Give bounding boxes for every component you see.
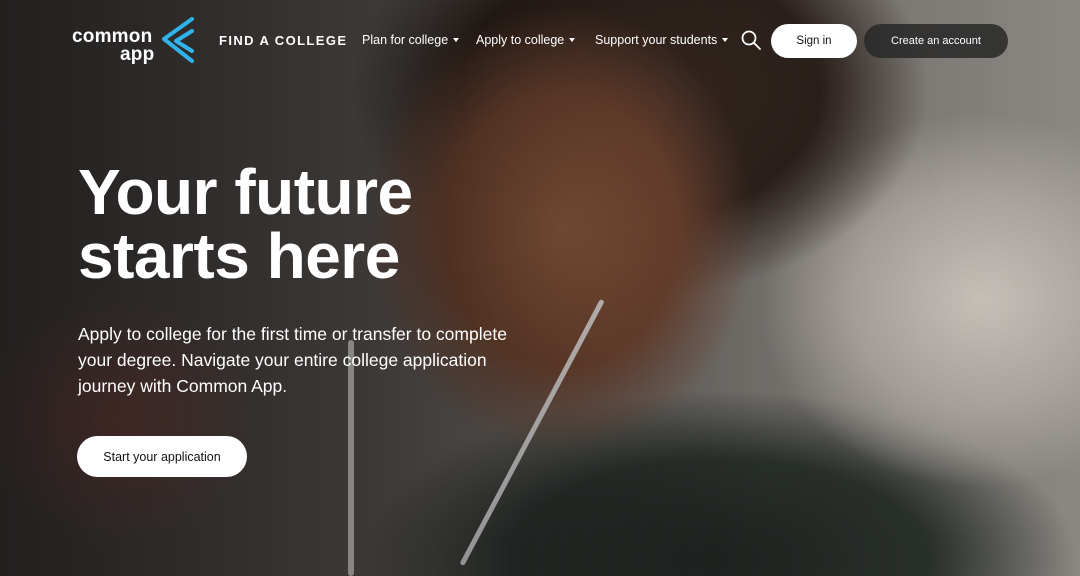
start-application-button[interactable]: Start your application <box>77 436 247 477</box>
caret-down-icon <box>569 38 576 42</box>
nav-label: Apply to college <box>476 33 565 47</box>
create-account-button[interactable]: Create an account <box>864 24 1008 58</box>
nav-label: Plan for college <box>362 33 449 47</box>
search-button[interactable] <box>740 29 762 51</box>
logo-mark-icon <box>162 17 194 63</box>
hero-banner: common app FIND A COLLEGE Plan for colle… <box>0 0 1080 576</box>
headline-line: starts here <box>78 220 400 292</box>
caret-down-icon <box>722 38 729 42</box>
nav-apply-to-college[interactable]: Apply to college <box>476 33 576 47</box>
headline-line: Your future <box>78 156 413 228</box>
caret-down-icon <box>453 38 460 42</box>
hero-headline: Your future starts here <box>78 160 498 288</box>
search-icon <box>741 30 761 50</box>
nav-support-your-students[interactable]: Support your students <box>595 33 729 47</box>
nav-label: Support your students <box>595 33 718 47</box>
logo-text-app: app <box>120 44 155 65</box>
hero-subtext: Apply to college for the first time or t… <box>78 324 507 396</box>
common-app-logo[interactable]: common app <box>72 17 196 65</box>
find-a-college-link[interactable]: FIND A COLLEGE <box>219 33 347 48</box>
nav-plan-for-college[interactable]: Plan for college <box>362 33 460 47</box>
site-header: common app FIND A COLLEGE Plan for colle… <box>0 0 1080 82</box>
sign-in-button[interactable]: Sign in <box>771 24 857 58</box>
